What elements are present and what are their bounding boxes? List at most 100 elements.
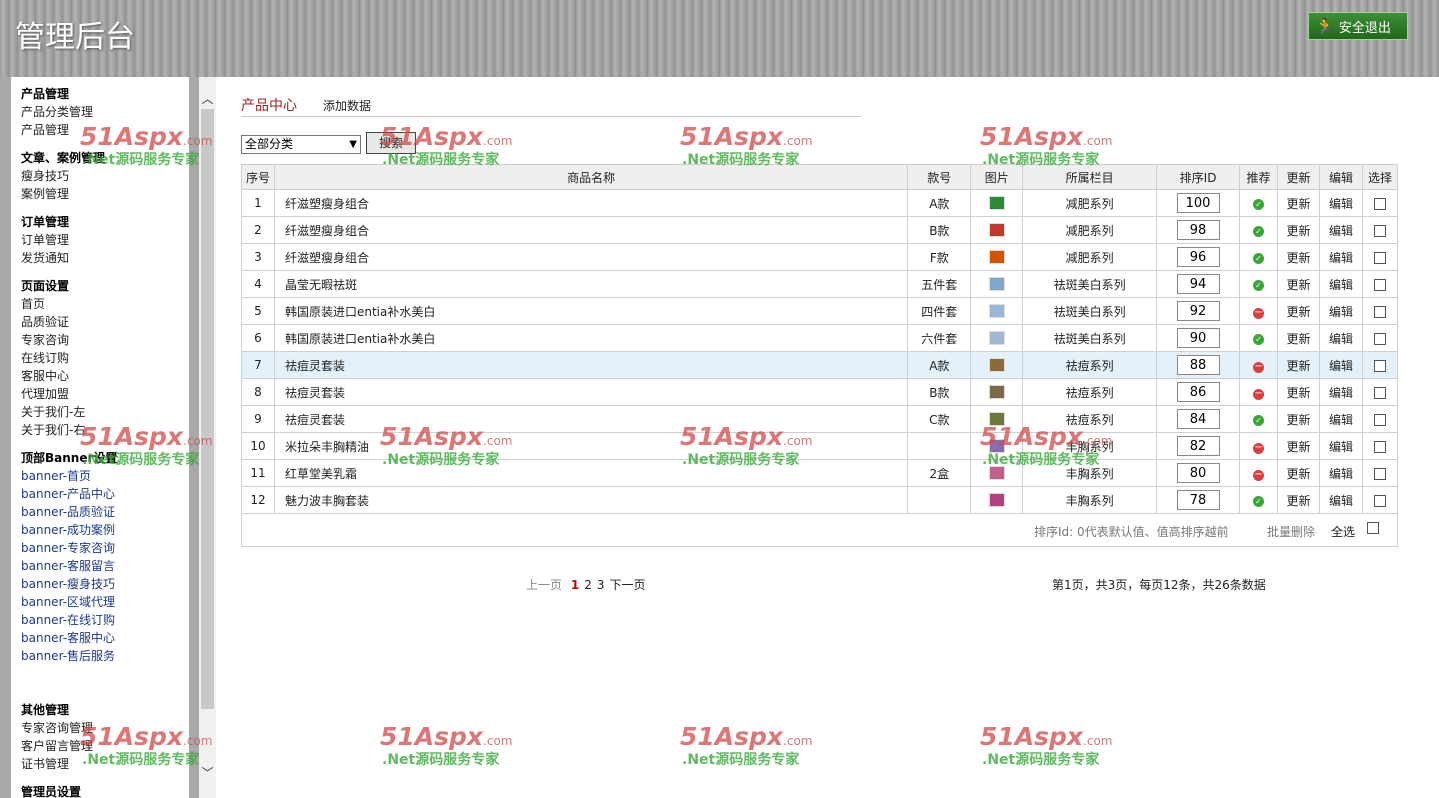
sort-id-input[interactable]: [1176, 328, 1220, 348]
edit-link[interactable]: 编辑: [1318, 270, 1363, 298]
sort-id-input[interactable]: [1176, 220, 1220, 240]
edit-link[interactable]: 编辑: [1318, 243, 1363, 271]
row-checkbox[interactable]: [1373, 278, 1386, 291]
sidebar-item[interactable]: 专家咨询: [21, 331, 189, 349]
recommend-off-icon[interactable]: −: [1253, 442, 1265, 454]
sidebar-item[interactable]: banner-成功案例: [21, 521, 189, 539]
recommend-on-icon[interactable]: ✓: [1253, 334, 1265, 345]
recommend-off-icon[interactable]: −: [1253, 388, 1265, 400]
edit-link[interactable]: 编辑: [1318, 351, 1363, 379]
sort-id-input[interactable]: [1176, 409, 1220, 429]
product-image[interactable]: [988, 250, 1005, 265]
sidebar-scrollbar[interactable]: ︿ ﹀: [199, 77, 216, 798]
sidebar-item[interactable]: banner-首页: [21, 467, 189, 485]
search-button[interactable]: 搜索: [366, 132, 416, 154]
table-row[interactable]: 3纤滋塑瘦身组合F款 减肥系列 ✓ 更新编辑: [241, 243, 1399, 271]
select-all-checkbox[interactable]: [1367, 522, 1379, 534]
sort-id-input[interactable]: [1176, 193, 1220, 213]
sidebar-item[interactable]: 专家咨询管理: [21, 719, 189, 737]
sidebar-item[interactable]: 品质验证: [21, 313, 189, 331]
sidebar-item[interactable]: 订单管理: [21, 231, 189, 249]
table-row[interactable]: 9祛痘灵套装C款 祛痘系列 ✓ 更新编辑: [241, 405, 1399, 433]
sidebar-item[interactable]: banner-品质验证: [21, 503, 189, 521]
sidebar-item[interactable]: banner-瘦身技巧: [21, 575, 189, 593]
sidebar-item[interactable]: banner-专家咨询: [21, 539, 189, 557]
product-image[interactable]: [988, 196, 1005, 211]
update-link[interactable]: 更新: [1277, 324, 1320, 352]
sidebar-item[interactable]: 客服中心: [21, 367, 189, 385]
recommend-off-icon[interactable]: −: [1253, 469, 1265, 481]
row-checkbox[interactable]: [1373, 197, 1386, 210]
edit-link[interactable]: 编辑: [1318, 486, 1363, 514]
sidebar-item[interactable]: 代理加盟: [21, 385, 189, 403]
sidebar-item[interactable]: banner-客服留言: [21, 557, 189, 575]
sidebar-item[interactable]: banner-区域代理: [21, 593, 189, 611]
sidebar-item[interactable]: banner-产品中心: [21, 485, 189, 503]
sort-id-input[interactable]: [1176, 274, 1220, 294]
row-checkbox[interactable]: [1373, 251, 1386, 264]
product-image[interactable]: [988, 439, 1005, 454]
sort-id-input[interactable]: [1176, 490, 1220, 510]
row-checkbox[interactable]: [1373, 413, 1386, 426]
recommend-off-icon[interactable]: −: [1253, 307, 1265, 319]
prev-page-link[interactable]: 上一页: [526, 578, 562, 592]
edit-link[interactable]: 编辑: [1318, 189, 1363, 217]
recommend-on-icon[interactable]: ✓: [1253, 415, 1265, 426]
update-link[interactable]: 更新: [1277, 297, 1320, 325]
edit-link[interactable]: 编辑: [1318, 378, 1363, 406]
sidebar-item[interactable]: banner-客服中心: [21, 629, 189, 647]
sidebar-item[interactable]: 关于我们-左: [21, 403, 189, 421]
table-row[interactable]: 10米拉朵丰胸精油 丰胸系列 −更新编辑: [241, 432, 1399, 460]
table-row[interactable]: 12魅力波丰胸套装 丰胸系列 ✓ 更新编辑: [241, 486, 1399, 514]
update-link[interactable]: 更新: [1277, 189, 1320, 217]
update-link[interactable]: 更新: [1277, 405, 1320, 433]
update-link[interactable]: 更新: [1277, 486, 1320, 514]
product-image[interactable]: [988, 223, 1005, 238]
logout-button[interactable]: 🏃 安全退出: [1308, 12, 1408, 40]
sidebar-item[interactable]: 产品分类管理: [21, 103, 189, 121]
product-image[interactable]: [988, 385, 1005, 400]
next-page-link[interactable]: 下一页: [609, 578, 645, 592]
sidebar-item[interactable]: 首页: [21, 295, 189, 313]
sort-id-input[interactable]: [1176, 355, 1220, 375]
sort-id-input[interactable]: [1176, 463, 1220, 483]
sidebar-item[interactable]: 发货通知: [21, 249, 189, 267]
update-link[interactable]: 更新: [1277, 270, 1320, 298]
product-image[interactable]: [988, 304, 1005, 319]
update-link[interactable]: 更新: [1277, 378, 1320, 406]
row-checkbox[interactable]: [1373, 386, 1386, 399]
product-image[interactable]: [988, 358, 1005, 373]
product-image[interactable]: [988, 412, 1005, 427]
scroll-down-icon[interactable]: ﹀: [199, 765, 216, 782]
row-checkbox[interactable]: [1373, 305, 1386, 318]
product-image[interactable]: [988, 331, 1005, 346]
sidebar-item[interactable]: 在线订购: [21, 349, 189, 367]
table-row[interactable]: 8祛痘灵套装B款 祛痘系列 −更新编辑: [241, 378, 1399, 406]
row-checkbox[interactable]: [1373, 332, 1386, 345]
edit-link[interactable]: 编辑: [1318, 216, 1363, 244]
table-row[interactable]: 6韩国原装进口entia补水美白六件套 祛斑美白系列 ✓ 更新编辑: [241, 324, 1399, 352]
row-checkbox[interactable]: [1373, 440, 1386, 453]
sidebar-item[interactable]: 案例管理: [21, 185, 189, 203]
sidebar-item[interactable]: banner-在线订购: [21, 611, 189, 629]
recommend-on-icon[interactable]: ✓: [1253, 226, 1265, 237]
table-row[interactable]: 1纤滋塑瘦身组合A款 减肥系列 ✓ 更新编辑: [241, 189, 1399, 217]
recommend-off-icon[interactable]: −: [1253, 361, 1265, 373]
recommend-on-icon[interactable]: ✓: [1253, 253, 1265, 264]
sort-id-input[interactable]: [1176, 382, 1220, 402]
sort-id-input[interactable]: [1176, 247, 1220, 267]
tab-product-center[interactable]: 产品中心: [241, 95, 297, 115]
table-row[interactable]: 2纤滋塑瘦身组合B款 减肥系列 ✓ 更新编辑: [241, 216, 1399, 244]
update-link[interactable]: 更新: [1277, 216, 1320, 244]
row-checkbox[interactable]: [1373, 467, 1386, 480]
category-select[interactable]: 全部分类 ▼: [241, 135, 361, 154]
edit-link[interactable]: 编辑: [1318, 405, 1363, 433]
edit-link[interactable]: 编辑: [1318, 324, 1363, 352]
page-link[interactable]: 1: [571, 578, 579, 592]
product-image[interactable]: [988, 493, 1005, 508]
table-row[interactable]: 5韩国原装进口entia补水美白四件套 祛斑美白系列 −更新编辑: [241, 297, 1399, 325]
sidebar-item[interactable]: 产品管理: [21, 121, 189, 139]
edit-link[interactable]: 编辑: [1318, 297, 1363, 325]
page-link[interactable]: 2: [584, 578, 592, 592]
scroll-up-icon[interactable]: ︿: [199, 91, 216, 108]
